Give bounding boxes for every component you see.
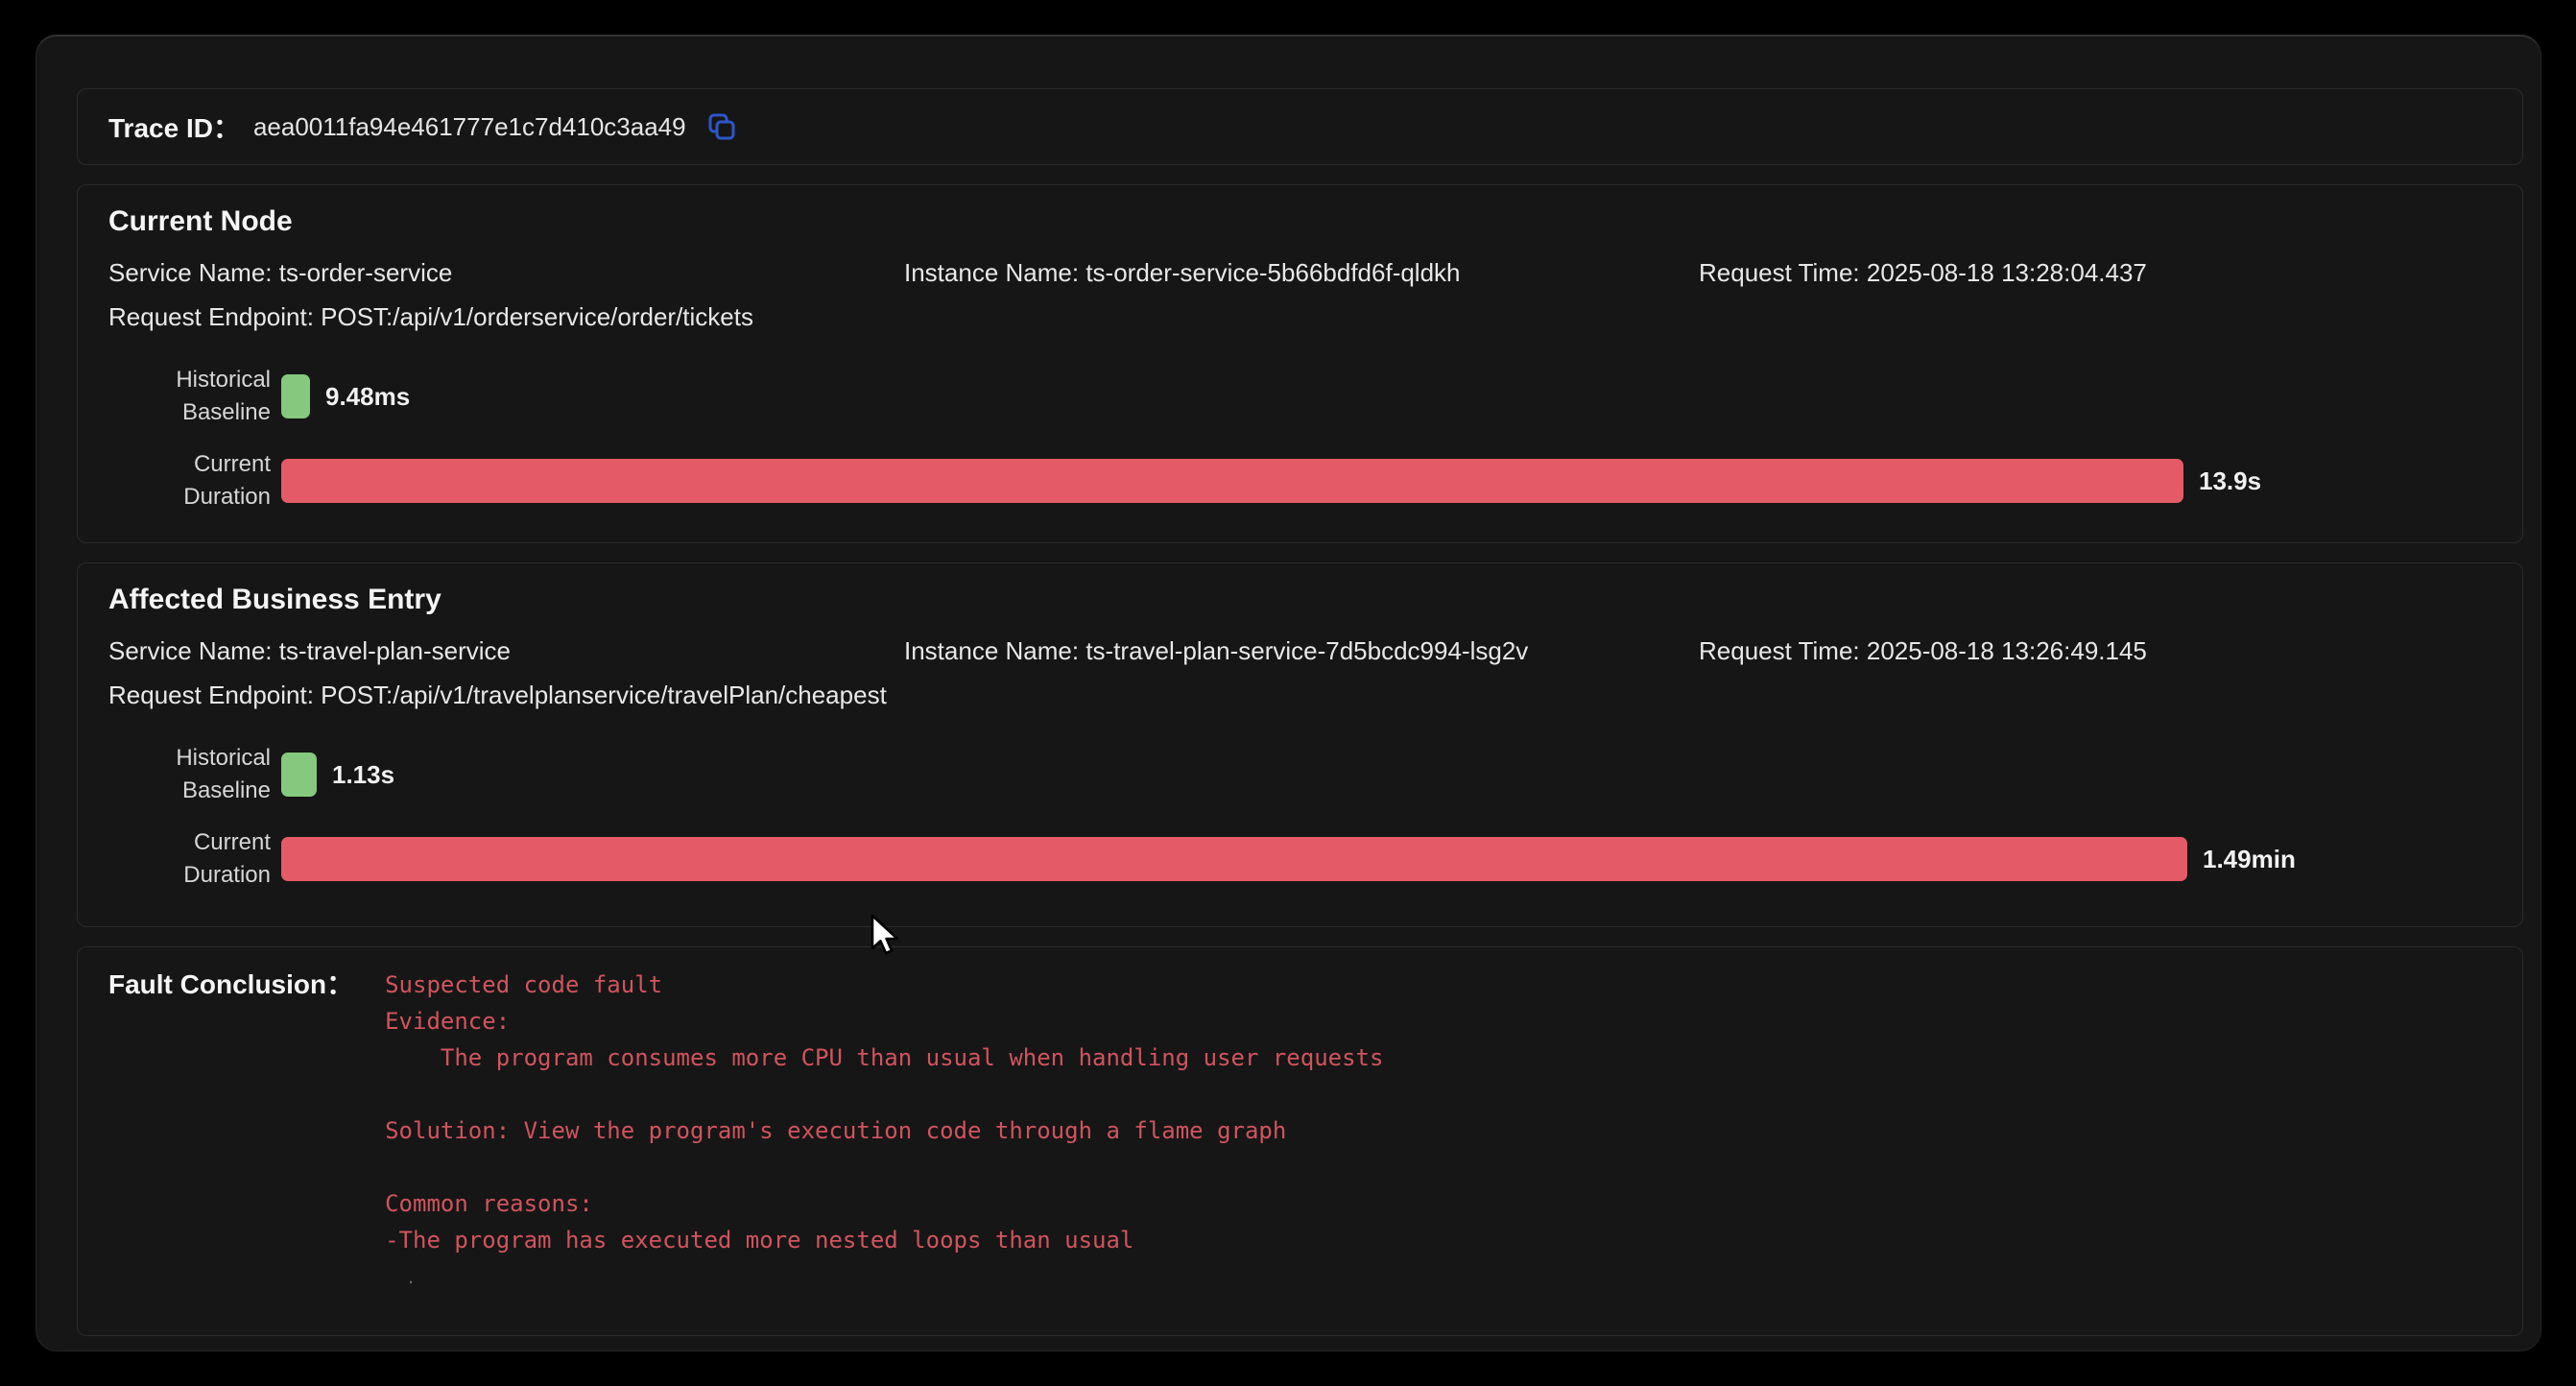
service-name: Service Name: ts-travel-plan-service: [108, 633, 904, 669]
current-duration-row: Current Duration 13.9s: [108, 448, 2492, 514]
current-node-duration-bars: Historical Baseline 9.48ms Current Durat…: [108, 364, 2492, 514]
fault-conclusion-label: Fault Conclusion：: [108, 967, 353, 1003]
current-duration-bar: [281, 837, 2187, 881]
fault-conclusion-text: Suspected code fault Evidence: The progr…: [385, 967, 1383, 1258]
copy-icon-glyph: [705, 110, 738, 143]
page-background: { "trace": { "label": "Trace ID：", "valu…: [0, 0, 2576, 1386]
historical-baseline-value: 1.13s: [332, 760, 394, 790]
current-node-title: Current Node: [108, 204, 2492, 239]
current-duration-value: 1.49min: [2203, 845, 2296, 874]
affected-business-entry-panel: Affected Business Entry Service Name: ts…: [77, 562, 2523, 927]
service-name: Service Name: ts-order-service: [108, 254, 904, 291]
historical-baseline-label: Historical Baseline: [108, 742, 271, 807]
affected-business-entry-title: Affected Business Entry: [108, 583, 2492, 617]
request-endpoint: Request Endpoint: POST:/api/v1/orderserv…: [108, 299, 2492, 335]
instance-name: Instance Name: ts-travel-plan-service-7d…: [904, 633, 1699, 669]
trace-id-value: aea0011fa94e461777e1c7d410c3aa49: [253, 112, 686, 142]
current-duration-label: Current Duration: [108, 448, 271, 514]
current-duration-value: 13.9s: [2199, 466, 2261, 496]
copy-icon[interactable]: [705, 110, 738, 143]
historical-baseline-label: Historical Baseline: [108, 364, 271, 429]
affected-business-entry-fields: Service Name: ts-travel-plan-service Ins…: [108, 633, 2492, 713]
faint-dot: .: [408, 1264, 414, 1289]
fault-conclusion-panel: Fault Conclusion： Suspected code fault E…: [77, 946, 2523, 1336]
current-node-panel: Current Node Service Name: ts-order-serv…: [77, 184, 2523, 543]
current-duration-bar: [281, 459, 2183, 503]
current-duration-row: Current Duration 1.49min: [108, 826, 2492, 892]
trace-analysis-window: Trace ID： aea0011fa94e461777e1c7d410c3aa…: [36, 35, 2541, 1351]
affected-business-entry-duration-bars: Historical Baseline 1.13s Current Durati…: [108, 742, 2492, 892]
historical-baseline-value: 9.48ms: [325, 382, 410, 412]
historical-baseline-bar: [281, 753, 317, 797]
historical-baseline-bar: [281, 374, 310, 418]
historical-baseline-row: Historical Baseline 9.48ms: [108, 364, 2492, 429]
trace-id-label: Trace ID：: [108, 108, 240, 146]
request-time: Request Time: 2025-08-18 13:28:04.437: [1699, 254, 2492, 291]
current-node-fields: Service Name: ts-order-service Instance …: [108, 254, 2492, 335]
trace-id-panel: Trace ID： aea0011fa94e461777e1c7d410c3aa…: [77, 88, 2523, 165]
request-endpoint: Request Endpoint: POST:/api/v1/travelpla…: [108, 677, 2492, 713]
instance-name: Instance Name: ts-order-service-5b66bdfd…: [904, 254, 1699, 291]
historical-baseline-row: Historical Baseline 1.13s: [108, 742, 2492, 807]
request-time: Request Time: 2025-08-18 13:26:49.145: [1699, 633, 2492, 669]
current-duration-label: Current Duration: [108, 826, 271, 892]
